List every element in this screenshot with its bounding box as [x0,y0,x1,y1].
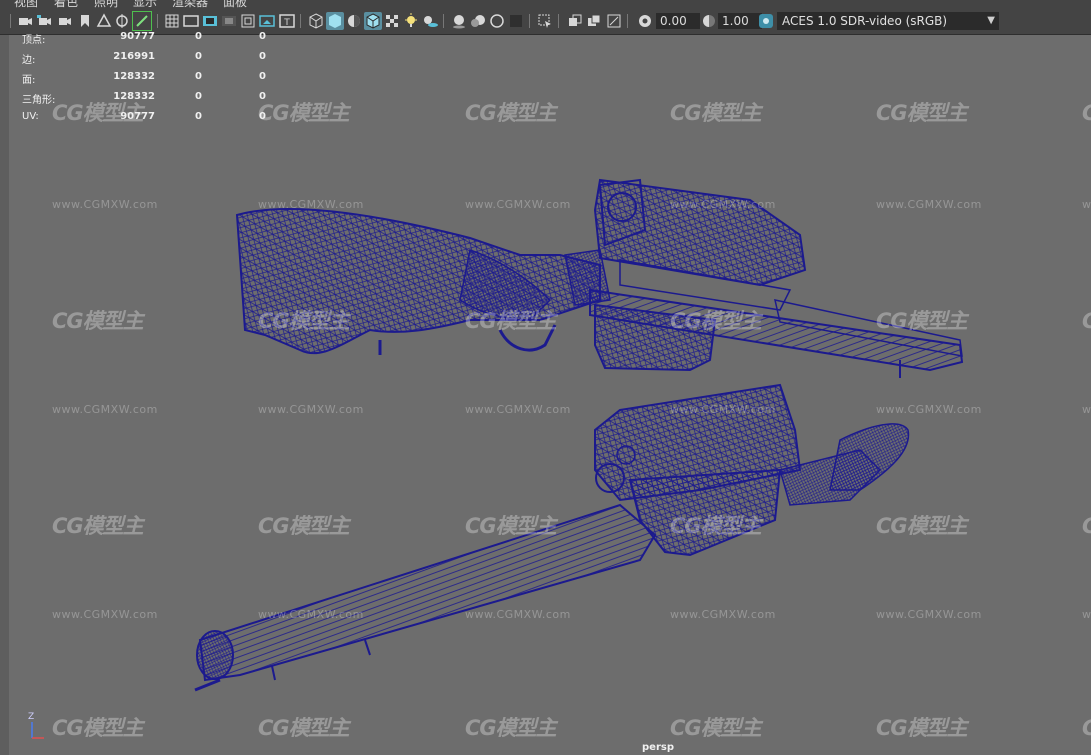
watermark-url: www.CGMXW.com [52,608,158,621]
grid-icon[interactable] [163,12,181,30]
watermark-logo: CG模型主 [465,101,557,125]
exposure-field[interactable]: 0.00 [656,13,700,29]
bookmark-camera-icon[interactable] [56,12,74,30]
watermark-logo: CG模型主 [1082,97,1091,127]
watermark-logo: CG模型主 [876,514,968,538]
watermark-logo: CG模型主 [876,101,968,125]
watermark-url: www.CGMXW.com [670,608,776,621]
watermark-url: www.CGMXW.com [258,403,364,416]
watermark-url: www.CGMXW.com [670,198,776,211]
color-management-select[interactable]: ACES 1.0 SDR-video (sRGB) ▼ [777,12,999,30]
image-plane-icon[interactable] [95,12,113,30]
exposure-icon[interactable] [636,12,654,30]
safe-title-icon[interactable]: T [278,12,296,30]
watermark-url: www.CGMXW.com [465,608,571,621]
film-gate-icon[interactable] [182,12,200,30]
watermark-logo: CG模型主 [876,309,968,333]
xray-icon[interactable] [566,12,584,30]
watermark-url: www.CGMXW.com [258,198,364,211]
persp-viewport[interactable] [0,35,1091,755]
shadows-icon[interactable] [421,12,439,30]
resolution-gate-icon[interactable] [201,12,219,30]
watermark-logo: CG模型主 [670,309,762,333]
default-material-icon[interactable] [345,12,363,30]
watermark-url: www.CGMXW.com [1082,198,1091,211]
panel-toolbar: T 0.00 1.00 ACES 1.0 SDR-video (sRGB) ▼ [0,8,1091,35]
menu-panels[interactable]: 面板 [223,0,247,8]
screen-space-ao-icon[interactable] [450,12,468,30]
watermark-url: www.CGMXW.com [52,198,158,211]
watermark-url: www.CGMXW.com [465,403,571,416]
safe-action-icon[interactable] [258,12,276,30]
watermark-logo: CG模型主 [876,716,968,740]
watermark-url: www.CGMXW.com [465,198,571,211]
svg-text:T: T [283,18,290,28]
depth-of-field-icon[interactable] [507,12,525,30]
watermark-logo: CG模型主 [52,309,144,333]
smooth-shade-icon[interactable] [326,12,344,30]
anti-aliasing-icon[interactable] [488,12,506,30]
camera-name-label: persp [642,742,674,753]
wireframe-on-shaded-icon[interactable] [364,12,382,30]
bookmark-icon[interactable] [76,12,94,30]
watermark-logo: CG模型主 [52,716,144,740]
watermark-logo: CG模型主 [258,514,350,538]
gamma-icon[interactable] [700,12,718,30]
watermark-url: www.CGMXW.com [1082,403,1091,416]
watermark-url: www.CGMXW.com [876,608,982,621]
watermark-logo: CG模型主 [1082,305,1091,335]
watermark-logo: CG模型主 [465,309,557,333]
watermark-logo: CG模型主 [52,514,144,538]
menu-renderer[interactable]: 渲染器 [172,0,208,8]
watermark-logo: CG模型主 [258,101,350,125]
watermark-url: www.CGMXW.com [876,198,982,211]
textured-icon[interactable] [383,12,401,30]
watermark-logo: CG模型主 [465,514,557,538]
camera-attributes-icon[interactable] [36,12,54,30]
wireframe-icon[interactable] [307,12,325,30]
isolate-select-icon[interactable] [536,12,554,30]
field-chart-icon[interactable] [239,12,257,30]
2d-pan-zoom-icon[interactable] [113,12,131,30]
watermark-logo: CG模型主 [258,716,350,740]
menu-view[interactable]: 视图 [14,0,38,8]
gate-mask-icon[interactable] [220,12,238,30]
xray-joints-icon[interactable] [605,12,623,30]
watermark-logo: CG模型主 [670,716,762,740]
color-management-value: ACES 1.0 SDR-video (sRGB) [782,14,948,28]
select-camera-icon[interactable] [16,12,34,30]
menu-lighting[interactable]: 照明 [94,0,118,8]
menu-show[interactable]: 显示 [133,0,157,8]
watermark-logo: CG模型主 [1082,712,1091,742]
axis-z-label: Z [28,712,35,722]
watermark-logo: CG模型主 [465,716,557,740]
view-transform-icon[interactable] [757,12,775,30]
menu-shading[interactable]: 着色 [54,0,78,8]
watermark-logo: CG模型主 [258,309,350,333]
viewport-left-edge [0,35,9,755]
watermark-logo: CG模型主 [670,514,762,538]
watermark-url: www.CGMXW.com [52,403,158,416]
watermark-url: www.CGMXW.com [876,403,982,416]
chevron-down-icon: ▼ [987,15,995,26]
watermark-logo: CG模型主 [1082,510,1091,540]
gamma-field[interactable]: 1.00 [718,13,762,29]
watermark-logo: CG模型主 [670,101,762,125]
xray-active-components-icon[interactable] [585,12,603,30]
grease-pencil-icon[interactable] [132,11,152,31]
watermark-url: www.CGMXW.com [1082,608,1091,621]
watermark-url: www.CGMXW.com [670,403,776,416]
wireframe-model[interactable] [0,35,1091,755]
motion-blur-icon[interactable] [469,12,487,30]
watermark-url: www.CGMXW.com [258,608,364,621]
view-axis-gizmo: Z [20,712,50,744]
menu-bar: 视图 着色 照明 显示 渲染器 面板 [0,0,1091,8]
lights-icon[interactable] [402,12,420,30]
